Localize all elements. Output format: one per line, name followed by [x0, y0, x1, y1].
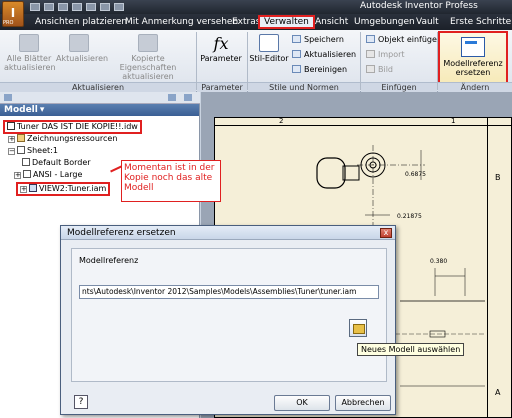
open-icon[interactable]	[44, 3, 54, 11]
drawing-view-icon	[29, 184, 37, 192]
zone-label-a: A	[495, 388, 501, 397]
undo-icon[interactable]	[72, 3, 82, 11]
chevron-down-icon[interactable]: ▾	[40, 105, 45, 115]
help-button[interactable]: ?	[74, 395, 88, 409]
image-button[interactable]: Bild	[366, 65, 393, 75]
browse-tooltip: Neues Modell auswählen	[357, 343, 465, 356]
tree-item-view2[interactable]: + VIEW2:Tuner.iam	[16, 182, 111, 196]
import-button[interactable]: Import	[366, 50, 405, 60]
group-aktualisieren-label: Aktualisieren	[0, 82, 196, 92]
dimension-label: 0.6875	[405, 171, 426, 178]
copied-properties-icon	[138, 34, 158, 52]
folder-icon	[17, 134, 25, 142]
parameter-button[interactable]: fx Parameter	[198, 34, 244, 63]
tree-item-titleblock[interactable]: + ANSI - Large	[14, 170, 82, 180]
update-styles-icon	[292, 50, 301, 58]
purge-styles-button[interactable]: Bereinigen	[292, 65, 347, 75]
tree-item-border[interactable]: Default Border	[22, 158, 91, 168]
tab-ansichten-platzieren[interactable]: Ansichten platzieren	[31, 15, 131, 29]
tab-erste-schritte[interactable]: Erste Schritte	[446, 15, 512, 29]
border-icon	[22, 158, 30, 166]
title-block-icon	[23, 170, 31, 178]
model-reference-frame	[71, 248, 387, 382]
menu-icon[interactable]	[184, 94, 192, 101]
sheet-icon	[17, 146, 25, 154]
annotation-callout: Momentan ist in der Kopie noch das alte …	[121, 160, 221, 202]
tree-item-resources[interactable]: + Zeichnungsressourcen	[8, 134, 117, 144]
style-editor-icon	[259, 34, 279, 52]
insert-object-icon	[366, 35, 375, 43]
tab-vault[interactable]: Vault	[412, 15, 443, 29]
browse-folder-button[interactable]	[349, 319, 367, 337]
group-parameter-label[interactable]: Parameter	[197, 82, 247, 92]
dimension-label: 0.380	[430, 258, 448, 265]
model-reference-label: Modellreferenz	[79, 256, 139, 265]
model-path-field[interactable]: nts\Autodesk\Inventor 2012\Samples\Model…	[79, 285, 379, 299]
ok-button[interactable]: OK	[274, 395, 330, 411]
browser-toolbar	[0, 92, 200, 104]
import-icon	[366, 50, 375, 58]
save-icon[interactable]	[58, 3, 68, 11]
redo-icon[interactable]	[86, 3, 96, 11]
new-icon[interactable]	[30, 3, 40, 11]
ribbon-tab-bar: Ansichten platzieren Mit Anmerkung verse…	[0, 14, 512, 30]
update-all-sheets-button[interactable]: Alle Blätter aktualisieren	[4, 34, 56, 72]
insert-object-button[interactable]: Objekt einfügen	[366, 35, 442, 45]
browser-header: Modell ▾	[0, 104, 199, 116]
dimension-label: 0.21875	[397, 213, 422, 220]
expand-icon[interactable]: +	[14, 172, 21, 179]
pro-badge: PRO	[3, 20, 14, 26]
close-button[interactable]: x	[380, 228, 392, 238]
tree-item-sheet[interactable]: − Sheet:1	[8, 146, 58, 156]
dialog-title: Modellreferenz ersetzen	[61, 226, 395, 240]
zone-label-2: 2	[279, 117, 284, 125]
replace-model-reference-button[interactable]: Modellreferenz ersetzen	[438, 31, 508, 88]
update-icon[interactable]	[114, 3, 124, 11]
image-icon	[366, 65, 375, 73]
save-styles-icon	[292, 35, 301, 43]
cancel-button[interactable]: Abbrechen	[335, 395, 391, 411]
filter-icon[interactable]	[4, 94, 12, 101]
save-styles-button[interactable]: Speichern	[292, 35, 344, 45]
group-stile-label: Stile und Normen	[248, 82, 360, 92]
update-icon	[69, 34, 89, 52]
update-styles-button[interactable]: Aktualisieren	[292, 50, 356, 60]
section-view-drawing[interactable]	[395, 266, 490, 416]
tab-mit-anmerkung[interactable]: Mit Anmerkung versehen	[121, 15, 242, 29]
tab-verwalten[interactable]: Verwalten	[258, 15, 315, 29]
group-einfuegen-label: Einfügen	[361, 82, 437, 92]
window-title: Autodesk Inventor Profess	[360, 1, 478, 11]
zone-label-1: 1	[451, 117, 456, 125]
expand-icon[interactable]: +	[8, 136, 15, 143]
tree-root-document[interactable]: Tuner DAS IST DIE KOPIE!!.idw	[3, 120, 142, 134]
purge-styles-icon	[292, 65, 301, 73]
drawing-document-icon	[7, 122, 15, 130]
update-all-sheets-icon	[19, 34, 39, 52]
collapse-icon[interactable]: −	[8, 148, 15, 155]
replace-model-reference-dialog: Modellreferenz ersetzen x Modellreferenz…	[60, 225, 396, 415]
update-button[interactable]: Aktualisieren	[56, 34, 108, 63]
search-icon[interactable]	[168, 94, 176, 101]
style-editor-button[interactable]: Stil-Editor	[249, 34, 289, 63]
update-copied-properties-button[interactable]: Kopierte Eigenschaften aktualisieren	[103, 34, 193, 81]
tab-ansicht[interactable]: Ansicht	[311, 15, 352, 29]
expand-icon[interactable]: +	[20, 186, 27, 193]
tuner-view-drawing[interactable]	[295, 130, 445, 240]
fx-icon: fx	[213, 34, 229, 53]
zone-label-b: B	[495, 173, 501, 182]
title-bar: I PRO Autodesk Inventor Profess	[0, 0, 512, 27]
sheet-top-border	[215, 118, 511, 126]
tab-umgebungen[interactable]: Umgebungen	[350, 15, 419, 29]
replace-model-reference-icon	[461, 37, 485, 57]
group-aendern-label: Ändern	[438, 82, 512, 92]
select-icon[interactable]	[100, 3, 110, 11]
quick-access-toolbar	[30, 3, 128, 14]
